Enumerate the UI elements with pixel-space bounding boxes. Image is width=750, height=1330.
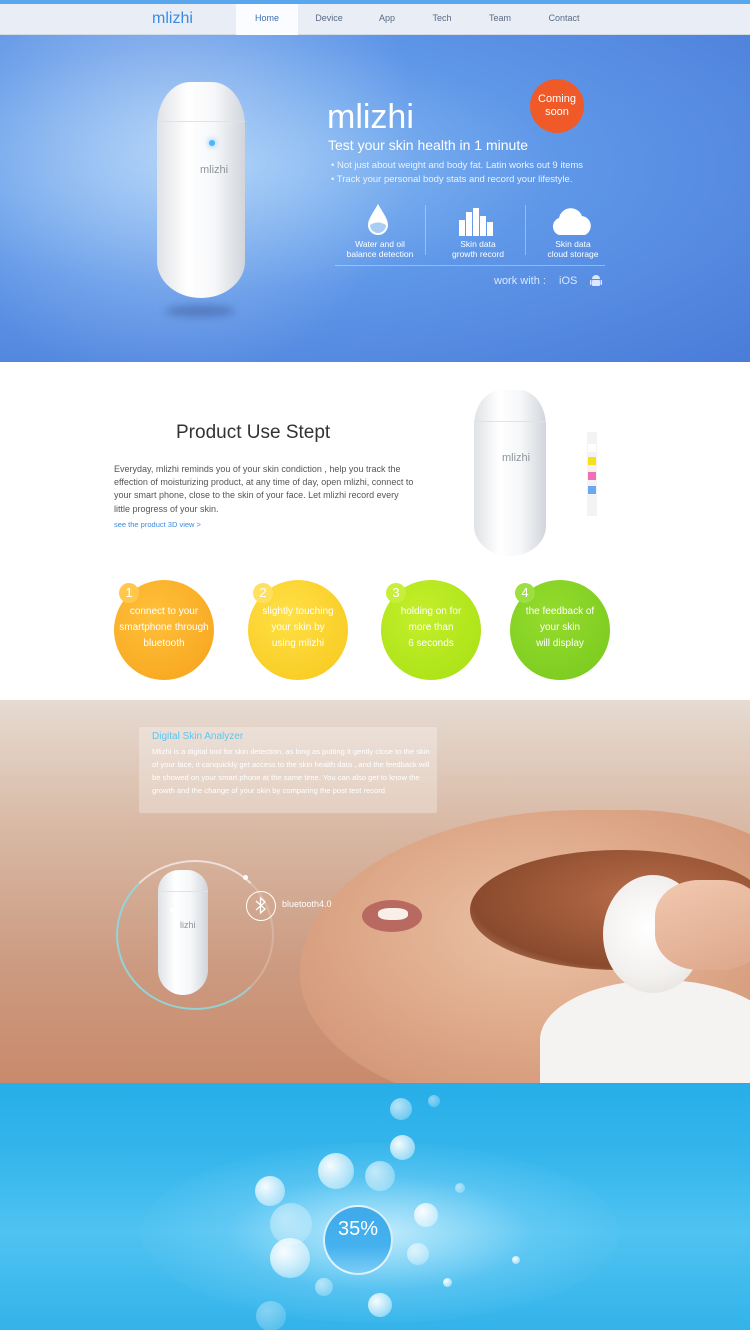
feature-label-growth: Skin data growth record [452,239,504,259]
bar-chart-icon [459,208,493,236]
bubble [365,1161,395,1191]
hero-banner [0,35,750,362]
top-nav: mlizhi Home Device App Tech Team Contact [0,4,750,35]
bubble [414,1203,438,1227]
badge-line-2: soon [545,106,569,118]
android-icon[interactable] [590,274,602,288]
work-with-label: work with : [494,275,546,287]
ring-dot [243,875,248,880]
bluetooth-badge [246,891,276,921]
moisture-meter-section [0,1083,750,1330]
analyzer-title: Digital Skin Analyzer [152,731,244,742]
bluetooth-icon [255,896,266,915]
device-brand: mlizhi [200,164,229,176]
bubble [318,1153,354,1189]
nav-team[interactable]: Team [476,4,524,35]
step-4: 4 the feedback of your skin will display [510,580,610,680]
cloud-icon [552,208,591,235]
swatch-pink [588,472,596,480]
product-device-image: mlizhi [474,390,546,556]
swatch-white [588,444,596,452]
step-number: 2 [253,583,273,603]
badge-line-1: Coming [538,93,576,105]
bubble [390,1135,415,1160]
swatch-yellow [588,457,596,465]
nav-home[interactable]: Home [236,4,298,35]
step-1: 1 connect to your smartphone through bluet… [114,580,214,680]
bubble [390,1098,412,1120]
bottle-shadow [165,305,235,317]
swatch-blue [588,486,596,494]
nav-app[interactable]: App [363,4,411,35]
feature-divider [425,205,426,255]
water-drop-icon [368,204,388,235]
ios-label[interactable]: iOS [559,275,577,287]
product-use-title: Product Use Stept [176,422,331,443]
step-number: 4 [515,583,535,603]
device-brand: lizhi [180,920,196,930]
device-cap [474,390,546,422]
bubble [256,1301,286,1330]
bubble [368,1293,392,1317]
device-led [170,908,174,912]
hero-device-image: mlizhi [157,82,245,298]
step-text: the feedback of your skin will display [525,606,595,649]
hero-title: mlizhi [327,98,414,136]
nav-tech[interactable]: Tech [418,4,466,35]
bubble [315,1278,333,1296]
nav-device[interactable]: Device [303,4,355,35]
bubble [270,1238,310,1278]
analyzer-description: Mlizhi is a digital tool for skin detect… [152,747,430,795]
device-led [209,140,215,146]
hero-divider-line [335,265,605,266]
step-text: connect to your smartphone through bluetoo… [119,606,209,649]
bubble [455,1183,465,1193]
product-use-description: Everyday, mlizhi reminds you of your ski… [114,464,414,514]
site-logo[interactable]: mlizhi [152,10,193,28]
analyzer-device-image: lizhi [158,870,208,995]
teeth [378,908,408,920]
device-brand: mlizhi [502,452,531,464]
moisture-percent: 35% [337,1218,379,1240]
bubble [428,1095,440,1107]
coming-soon-badge: Coming soon [530,79,584,133]
hand [655,880,750,970]
bubble [512,1256,520,1264]
step-2: 2 slightly touching your skin by using mli… [248,580,348,680]
bluetooth-label: bluetooth4.0 [282,899,332,909]
color-swatch-bar [587,432,597,516]
step-3: 3 holding on for more than 6 seconds [381,580,481,680]
view-3d-link[interactable]: see the product 3D view > [114,520,201,529]
bubble [407,1243,429,1265]
step-number: 1 [119,583,139,603]
step-text: holding on for more than 6 seconds [400,606,462,649]
bubble [255,1176,285,1206]
step-text: slightly touching your skin by using mlizh… [262,606,334,649]
feature-label-water: Water and oil balance detection [346,239,414,259]
hero-subtitle: Test your skin health in 1 minute [328,137,528,153]
bubble [443,1278,452,1287]
nav-contact[interactable]: Contact [535,4,593,35]
hero-bullet-1: • Not just about weight and body fat. La… [331,160,584,171]
hero-bullet-2: • Track your personal body stats and rec… [331,174,573,185]
step-number: 3 [386,583,406,603]
feature-divider [525,205,526,255]
feature-label-cloud: Skin data cloud storage [547,239,599,259]
